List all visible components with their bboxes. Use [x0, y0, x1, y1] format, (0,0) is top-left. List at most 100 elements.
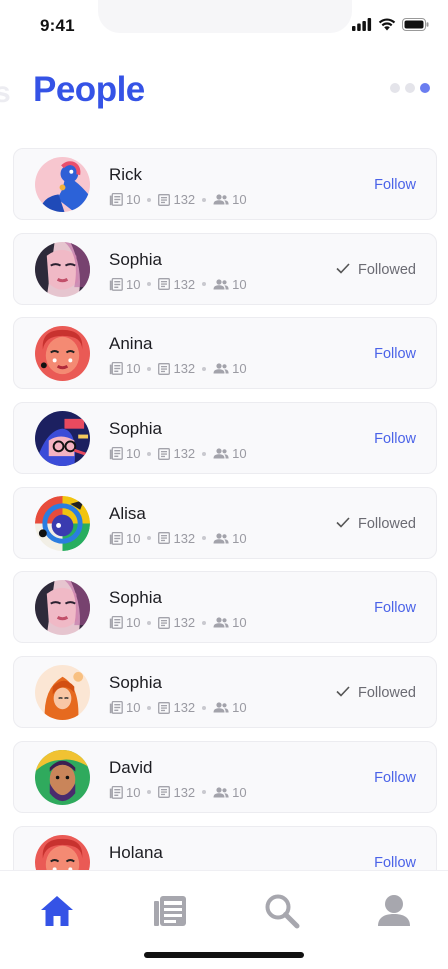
person-name: Sophia — [109, 249, 162, 269]
stat-separator — [202, 366, 207, 371]
person-stats: 10 132 10 — [109, 446, 247, 461]
avatar-david[interactable] — [35, 749, 90, 805]
people-icon — [213, 533, 229, 544]
follow-label: Follow — [374, 346, 416, 363]
followed-button[interactable]: Followed — [336, 262, 416, 278]
page-indicator[interactable] — [390, 83, 430, 93]
tab-profile[interactable] — [374, 893, 414, 933]
posts-stat: 10 — [109, 531, 140, 546]
friends-count: 10 — [232, 361, 247, 377]
person-card-7[interactable]: Sophia 10 132 10 Followed — [13, 656, 437, 729]
avatar-alisa[interactable] — [35, 495, 90, 551]
person-name: Rick — [109, 165, 143, 184]
stat-separator — [147, 451, 152, 456]
status-time: 9:41 — [40, 16, 75, 35]
follow-button[interactable]: Follow — [374, 346, 416, 362]
articles-stat: 132 — [158, 277, 195, 292]
status-icons — [352, 18, 429, 36]
person-card-2[interactable]: Sophia 10 132 10 Followed — [13, 232, 437, 305]
articles-count: 132 — [173, 530, 196, 546]
posts-count: 10 — [126, 530, 141, 546]
person-stats: 10 132 10 — [109, 615, 247, 630]
person-card-9[interactable]: Holana 10 132 10 Fo — [13, 825, 437, 871]
friends-count: 10 — [232, 192, 247, 207]
page-dot-active[interactable] — [420, 83, 430, 93]
person-name: Anina — [109, 334, 153, 354]
person-card-4[interactable]: Sophia 10 132 10 Follow — [13, 402, 437, 475]
follow-button[interactable]: Follow — [374, 855, 416, 871]
stat-separator — [147, 620, 152, 625]
status-bar: 9:41 — [0, 0, 448, 52]
person-name: Holana — [109, 842, 163, 862]
tab-search[interactable] — [262, 893, 302, 933]
followed-button[interactable]: Followed — [336, 685, 416, 701]
articles-count: 132 — [173, 192, 196, 207]
battery-icon — [402, 18, 429, 36]
stat-separator — [202, 197, 207, 202]
people-list[interactable]: Rick 10 132 10 Follow Sophia 10 132 10 F… — [13, 148, 437, 870]
person-card-8[interactable]: David 10 132 10 Follow — [13, 740, 437, 813]
posts-stat: 10 — [109, 192, 140, 207]
article-icon — [158, 616, 171, 629]
avatar-sophia-pink[interactable] — [35, 241, 90, 297]
posts-icon — [109, 616, 123, 630]
person-stats: 10 132 10 — [109, 361, 247, 376]
tab-home[interactable] — [37, 893, 77, 933]
person-card-6[interactable]: Sophia 10 132 10 Follow — [13, 571, 437, 644]
avatar-sophia-orange[interactable] — [35, 665, 90, 721]
follow-button[interactable]: Follow — [374, 770, 416, 786]
articles-count: 132 — [173, 700, 196, 716]
home-indicator[interactable] — [144, 952, 304, 958]
people-icon — [213, 279, 229, 290]
follow-button[interactable]: Follow — [374, 600, 416, 616]
previous-page-title[interactable]: s — [0, 76, 11, 110]
page-header: s People — [0, 68, 448, 116]
follow-label: Follow — [374, 600, 416, 617]
article-icon — [158, 447, 171, 460]
checkmark-icon — [336, 685, 350, 701]
articles-count: 132 — [173, 446, 196, 462]
people-icon — [213, 448, 229, 459]
friends-count: 10 — [232, 276, 247, 292]
person-name: Sophia — [109, 588, 162, 608]
followed-label: Followed — [357, 685, 416, 702]
article-icon — [158, 362, 171, 375]
articles-stat: 132 — [158, 531, 195, 546]
articles-count: 132 — [173, 276, 196, 292]
avatar-rick[interactable] — [35, 157, 90, 212]
page-dot[interactable] — [405, 83, 415, 93]
posts-stat: 10 — [109, 277, 140, 292]
article-icon — [158, 786, 171, 799]
people-icon — [213, 617, 229, 628]
avatar-anina[interactable] — [35, 834, 90, 870]
posts-icon — [109, 701, 123, 714]
avatar-sophia-pink[interactable] — [35, 580, 90, 636]
tab-news[interactable] — [150, 893, 190, 933]
followed-button[interactable]: Followed — [336, 516, 416, 532]
stat-separator — [147, 197, 152, 202]
follow-button[interactable]: Follow — [374, 431, 416, 447]
person-stats: 10 132 10 — [109, 277, 247, 292]
person-name: David — [109, 757, 153, 777]
avatar-sophia-glasses[interactable] — [35, 411, 90, 467]
posts-icon — [109, 531, 123, 545]
article-icon — [158, 278, 171, 291]
people-icon — [213, 363, 229, 374]
posts-count: 10 — [126, 784, 141, 800]
posts-count: 10 — [126, 700, 141, 716]
posts-icon — [109, 193, 123, 206]
avatar-anina[interactable] — [35, 326, 90, 382]
friends-stat: 10 — [213, 192, 247, 207]
page-dot[interactable] — [390, 83, 400, 93]
stat-separator — [202, 705, 207, 710]
person-card-3[interactable]: Anina 10 132 10 Follow — [13, 317, 437, 390]
friends-stat: 10 — [213, 531, 247, 546]
posts-count: 10 — [126, 615, 141, 631]
follow-button[interactable]: Follow — [374, 177, 416, 193]
posts-stat: 10 — [109, 615, 140, 630]
friends-stat: 10 — [213, 615, 247, 630]
posts-stat: 10 — [109, 361, 140, 376]
posts-count: 10 — [126, 446, 141, 462]
person-card-5[interactable]: Alisa 10 132 10 Followed — [13, 486, 437, 559]
person-card-1[interactable]: Rick 10 132 10 Follow — [13, 148, 437, 220]
